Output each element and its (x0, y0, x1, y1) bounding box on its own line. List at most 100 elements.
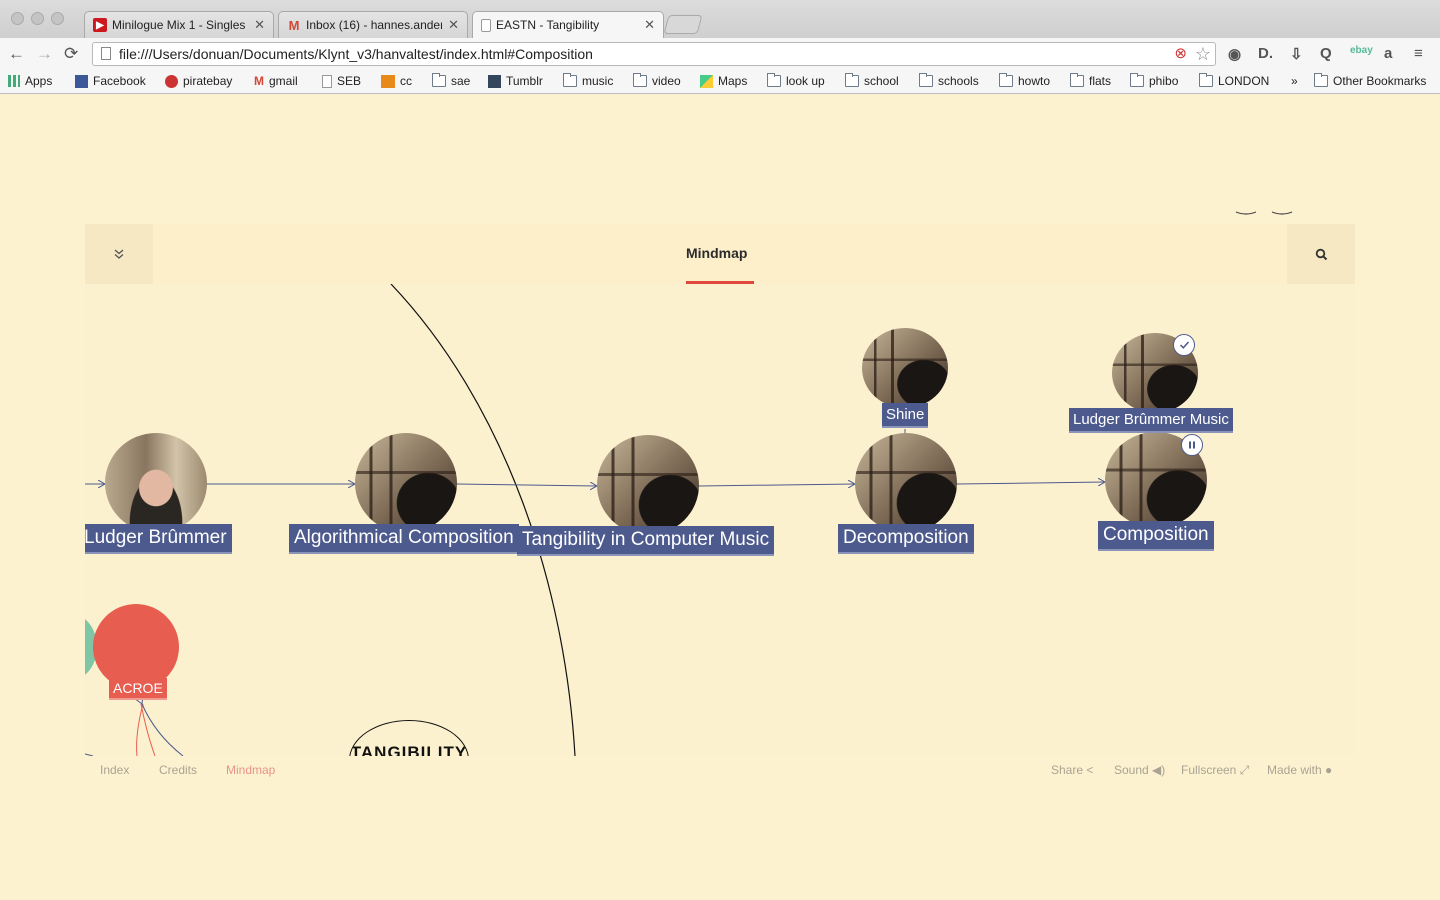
footer-mindmap-link[interactable]: Mindmap (226, 763, 275, 777)
folder-icon (1199, 73, 1213, 87)
folder-icon (432, 73, 446, 87)
facebook-icon (75, 74, 88, 88)
page-icon (481, 18, 491, 32)
extension-d-icon[interactable]: D. (1258, 45, 1273, 62)
node-algorithmical-label[interactable]: Algorithmical Composition (289, 524, 519, 554)
browser-tab-youtube[interactable]: ▶ Minilogue Mix 1 - Singles 2 ✕ (84, 11, 274, 38)
menu-toggle-button[interactable] (85, 224, 153, 284)
node-composition-label[interactable]: Composition (1098, 521, 1214, 551)
forward-icon[interactable]: → (36, 44, 53, 64)
maps-icon (700, 74, 713, 88)
pause-icon (1189, 441, 1195, 449)
folder-icon (767, 73, 781, 87)
bookmark-apps[interactable]: Apps (8, 74, 52, 88)
bookmark-schools[interactable]: schools (919, 73, 979, 88)
bookmark-seb[interactable]: SEB (322, 74, 361, 88)
address-bar[interactable]: file:///Users/donuan/Documents/Klynt_v3/… (92, 42, 1216, 66)
close-tab-icon[interactable]: ✕ (254, 17, 265, 33)
mindmap-canvas[interactable]: Ludger Brûmmer Algorithmical Composition… (85, 284, 1355, 756)
magnifier-extension-icon[interactable]: Q (1320, 45, 1332, 62)
folder-icon (563, 73, 577, 87)
reload-icon[interactable]: ⟳ (64, 44, 78, 64)
apps-grid-icon (8, 75, 20, 87)
bookmark-maps[interactable]: Maps (700, 74, 747, 88)
fullscreen-icon: ⤢ (1239, 763, 1250, 777)
gmail-icon: M (288, 17, 300, 33)
page-icon (322, 74, 332, 88)
bookmark-phibo[interactable]: phibo (1130, 73, 1178, 88)
bookmark-tumblr[interactable]: Tumblr (488, 74, 543, 88)
close-tab-icon[interactable]: ✕ (448, 17, 459, 33)
node-ludger-label[interactable]: Ludger Brûmmer (85, 524, 232, 554)
amazon-icon[interactable]: a (1384, 45, 1392, 62)
other-bookmarks[interactable]: Other Bookmarks (1314, 73, 1426, 88)
node-shine-image[interactable] (862, 328, 948, 408)
piratebay-icon (165, 74, 178, 88)
bookmark-cc[interactable]: cc (381, 74, 412, 88)
download-icon[interactable]: ⇩ (1290, 45, 1303, 63)
node-tangibility-label[interactable]: Tangibility in Computer Music (517, 526, 775, 556)
node-ludger-music-label[interactable]: Ludger Brûmmer Music (1069, 408, 1233, 433)
bookmark-piratebay[interactable]: piratebay (165, 74, 232, 88)
cc-icon (381, 74, 395, 88)
blocked-content-icon[interactable]: ⊗ (1174, 43, 1187, 65)
folder-icon (1070, 73, 1084, 87)
folder-icon (1130, 73, 1144, 87)
page-title[interactable]: Mindmap (686, 245, 747, 261)
more-bookmarks-button[interactable]: » (1291, 74, 1298, 88)
fullscreen-button[interactable]: Fullscreen ⤢ (1181, 763, 1249, 778)
footer-index-link[interactable]: Index (100, 763, 129, 777)
browser-tab-bar: ▶ Minilogue Mix 1 - Singles 2 ✕ M Inbox … (0, 0, 1440, 38)
minimize-window-button[interactable] (31, 12, 44, 25)
browser-tab-eastn[interactable]: EASTN - Tangibility ✕ (472, 11, 664, 38)
offscreen-node-fragment (1235, 211, 1293, 215)
bookmark-school[interactable]: school (845, 73, 899, 88)
extension-icon[interactable]: ◉ (1228, 45, 1241, 63)
gmail-icon: M (254, 74, 264, 88)
zoom-window-button[interactable] (51, 12, 64, 25)
node-decomposition-image[interactable] (855, 433, 957, 533)
search-icon (1315, 248, 1327, 260)
bookmarks-bar: Apps Facebook piratebay Mgmail SEB cc sa… (0, 70, 1440, 94)
bookmark-star-icon[interactable]: ☆ (1195, 43, 1211, 65)
visited-check-badge (1173, 334, 1195, 356)
folder-icon (845, 73, 859, 87)
folder-icon (1314, 73, 1328, 87)
share-icon: < (1086, 763, 1094, 777)
close-window-button[interactable] (11, 12, 24, 25)
browser-toolbar: ← → ⟳ file:///Users/donuan/Documents/Kly… (0, 38, 1440, 70)
speaker-icon: ◀) (1152, 763, 1166, 777)
node-ludger-image[interactable] (105, 433, 207, 533)
node-algorithmical-image[interactable] (355, 433, 457, 533)
folder-icon (999, 73, 1013, 87)
folder-icon (919, 73, 933, 87)
bookmark-video[interactable]: video (633, 73, 681, 88)
node-tangibility-image[interactable] (597, 435, 699, 535)
new-tab-button[interactable] (663, 15, 703, 34)
bookmark-gmail[interactable]: Mgmail (254, 74, 298, 88)
bookmark-flats[interactable]: flats (1070, 73, 1111, 88)
bookmark-sae[interactable]: sae (432, 73, 470, 88)
youtube-icon: ▶ (93, 18, 107, 32)
node-acroe-label[interactable]: ACROE (109, 678, 167, 700)
double-chevron-down-icon (114, 249, 124, 259)
ebay-icon[interactable]: ebay (1350, 45, 1373, 56)
share-button[interactable]: Share < (1051, 763, 1093, 777)
bookmark-howto[interactable]: howto (999, 73, 1050, 88)
bookmark-music[interactable]: music (563, 73, 613, 88)
bookmark-london[interactable]: LONDON (1199, 73, 1269, 88)
node-decomposition-label[interactable]: Decomposition (838, 524, 974, 554)
back-icon[interactable]: ← (8, 44, 25, 64)
menu-icon[interactable]: ≡ (1414, 45, 1423, 62)
close-tab-icon[interactable]: ✕ (644, 17, 655, 33)
pause-button[interactable] (1181, 434, 1203, 456)
browser-tab-gmail[interactable]: M Inbox (16) - hannes.anders ✕ (278, 11, 468, 38)
footer-credits-link[interactable]: Credits (159, 763, 197, 777)
made-with-link[interactable]: Made with ● (1267, 763, 1332, 777)
search-button[interactable] (1287, 224, 1355, 284)
bookmark-look-up[interactable]: look up (767, 73, 825, 88)
node-shine-label[interactable]: Shine (882, 403, 929, 428)
sound-button[interactable]: Sound ◀) (1114, 763, 1165, 777)
bookmark-facebook[interactable]: Facebook (75, 74, 146, 88)
tumblr-icon (488, 74, 501, 88)
